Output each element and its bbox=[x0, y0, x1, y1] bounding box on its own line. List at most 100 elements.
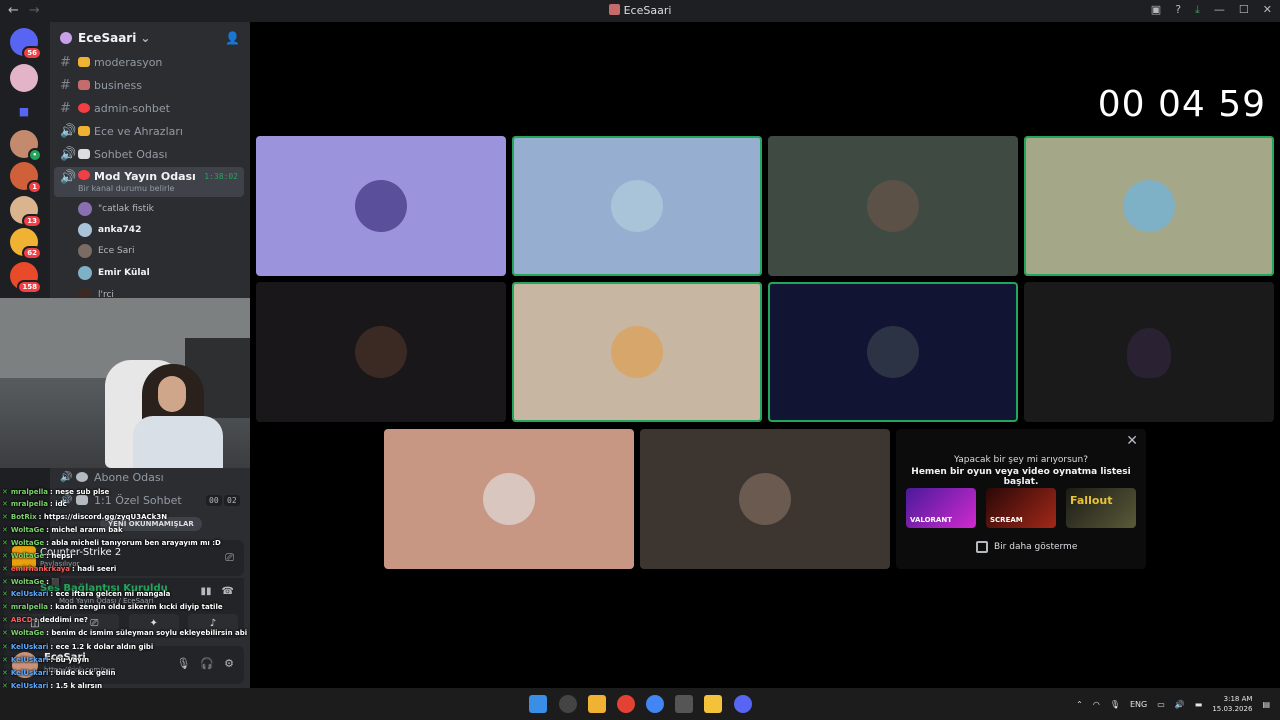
display-icon[interactable]: ▭ bbox=[1157, 700, 1165, 709]
voice-user[interactable]: Ece Sari bbox=[78, 242, 134, 260]
server-icon[interactable]: 1 bbox=[10, 162, 42, 194]
chat-message: ✕ mralpella: idc bbox=[2, 500, 67, 508]
chat-username: KelUskari bbox=[10, 656, 49, 664]
hash-icon: # bbox=[60, 100, 71, 116]
voice-controls: ▮▮ ☎ bbox=[201, 586, 234, 597]
discord-home-icon[interactable]: 56 bbox=[10, 28, 42, 60]
server-icon[interactable]: 62 bbox=[10, 228, 42, 260]
chrome-icon[interactable] bbox=[617, 695, 635, 713]
participant-avatar bbox=[483, 473, 535, 525]
mod-badge-icon: ✕ bbox=[2, 669, 8, 677]
server-logo-icon bbox=[60, 32, 72, 44]
microphone-tray-icon[interactable]: 🎙 bbox=[1110, 700, 1120, 709]
chat-text: : nese sub plse bbox=[50, 488, 110, 496]
taskbar-clock[interactable]: 3:18 AM 15.03.2026 bbox=[1212, 694, 1252, 714]
channel-sohbet-odasi[interactable]: 🔊 Sohbet Odası bbox=[54, 144, 244, 164]
download-icon[interactable]: ⤓ bbox=[1195, 3, 1200, 17]
channel-admin-sohbet[interactable]: # admin-sohbet bbox=[54, 98, 244, 118]
volume-icon[interactable]: 🔊 bbox=[1175, 700, 1185, 709]
screen-share-icon[interactable]: ⎚ bbox=[225, 551, 234, 565]
channel-mod-yayin-odasi[interactable]: 🔊 Mod Yayın Odası 1:38:02 Bir kanal durum… bbox=[54, 167, 244, 197]
inbox-icon[interactable]: ▣ bbox=[1151, 3, 1161, 17]
participant-tile[interactable] bbox=[256, 282, 506, 422]
close-window-icon[interactable]: ✕ bbox=[1263, 3, 1272, 17]
chat-message: ✕ WoltaGe: benim dc ismim süleyman soylu … bbox=[2, 629, 247, 637]
voice-user-name: "catlak fistik bbox=[98, 204, 154, 214]
participant-tile[interactable] bbox=[512, 136, 762, 276]
discord-icon[interactable] bbox=[734, 695, 752, 713]
audio-wave-icon[interactable]: ▮▮ bbox=[201, 586, 212, 597]
participant-tile[interactable] bbox=[512, 282, 762, 422]
chat-text: : ece iftara gelcen mi mangala bbox=[50, 590, 171, 598]
activity-card-scream[interactable]: SCREAM bbox=[986, 488, 1056, 528]
dont-show-again-checkbox[interactable]: Bir daha gösterme bbox=[976, 541, 1077, 553]
participant-tile[interactable] bbox=[384, 429, 634, 569]
close-icon[interactable]: ✕ bbox=[1126, 433, 1138, 449]
channel-label: Ece ve Ahrazları bbox=[94, 124, 183, 138]
channel-moderasyon[interactable]: # moderasyon bbox=[54, 52, 244, 72]
channel-label: admin-sohbet bbox=[94, 101, 170, 115]
file-explorer-icon[interactable] bbox=[588, 695, 606, 713]
server-icon[interactable]: 158 bbox=[10, 262, 42, 294]
settings-gear-icon[interactable]: ⚙ bbox=[224, 657, 234, 670]
activity-card-label: SCREAM bbox=[990, 516, 1023, 524]
server-icon[interactable] bbox=[10, 64, 38, 92]
chat-text: : hepsi bbox=[46, 552, 73, 560]
server-icon[interactable]: 13 bbox=[10, 196, 42, 228]
chat-message: ✕ KelUskari: ece 1.2 k dolar aldın gibi bbox=[2, 643, 153, 651]
participant-tile[interactable] bbox=[1024, 136, 1274, 276]
battery-icon[interactable]: ▬ bbox=[1195, 700, 1203, 709]
app-icon[interactable] bbox=[675, 695, 693, 713]
microphone-icon[interactable]: 🎙 bbox=[176, 657, 190, 670]
invite-user-icon[interactable]: 👤 bbox=[225, 31, 240, 45]
voice-user[interactable]: anka742 bbox=[78, 221, 141, 239]
help-icon[interactable]: ? bbox=[1175, 3, 1181, 17]
activity-card-fallout[interactable]: Fallout bbox=[1066, 488, 1136, 528]
channel-business[interactable]: # business bbox=[54, 75, 244, 95]
voice-user-name: anka742 bbox=[98, 225, 142, 235]
participant-tile[interactable] bbox=[256, 136, 506, 276]
participant-avatar bbox=[867, 180, 919, 232]
window-controls: ▣ ? ⤓ — ☐ ✕ bbox=[1151, 3, 1272, 17]
app-icon[interactable] bbox=[559, 695, 577, 713]
app-icon[interactable] bbox=[704, 695, 722, 713]
channel-abone-odasi[interactable]: 🔊 Abone Odası bbox=[60, 467, 164, 487]
maximize-icon[interactable]: ☐ bbox=[1239, 3, 1249, 17]
chat-username: mralpella bbox=[10, 500, 49, 508]
no-entry-emoji-icon bbox=[78, 103, 90, 113]
chat-text: : kadın zengin oldu sikerim kıcki diyip … bbox=[50, 603, 223, 611]
speaker-icon: 🔊 bbox=[60, 146, 77, 162]
server-header[interactable]: EceSaari ⌄ 👤 bbox=[50, 22, 250, 54]
channel-ece-ve-ahrazlari[interactable]: 🔊 Ece ve Ahrazları bbox=[54, 121, 244, 141]
checkbox-box[interactable] bbox=[976, 541, 988, 553]
activity-card-valorant[interactable]: VALORANT bbox=[906, 488, 976, 528]
chat-text: : hadi seeri bbox=[72, 565, 117, 573]
start-menu-icon[interactable] bbox=[529, 695, 547, 713]
avatar bbox=[78, 266, 92, 280]
chevron-up-icon[interactable]: ⌃ bbox=[1076, 700, 1083, 709]
participant-avatar bbox=[867, 326, 919, 378]
webcam-streamer-sweater bbox=[133, 416, 223, 468]
participant-tile[interactable] bbox=[768, 282, 1018, 422]
folder-icon[interactable]: ■ bbox=[10, 98, 38, 126]
voice-user[interactable]: Emir Külal bbox=[78, 264, 150, 282]
disconnect-icon[interactable]: ☎ bbox=[222, 586, 234, 597]
channel-status-input[interactable]: Bir kanal durumu belirle bbox=[78, 184, 174, 193]
suggest-subtitle: Hemen bir oyun veya video oynatma listes… bbox=[911, 467, 1131, 487]
google-icon[interactable] bbox=[646, 695, 664, 713]
title-bar: ← → EceSaari ▣ ? ⤓ — ☐ ✕ bbox=[0, 0, 1280, 22]
chat-message: ✕ mralpella: nese sub plse bbox=[2, 488, 109, 496]
minimize-icon[interactable]: — bbox=[1214, 3, 1225, 17]
window-title: EceSaari bbox=[0, 4, 1280, 17]
participant-avatar bbox=[355, 180, 407, 232]
participant-tile[interactable] bbox=[768, 136, 1018, 276]
participant-tile[interactable] bbox=[1024, 282, 1274, 422]
language-indicator[interactable]: ENG bbox=[1130, 700, 1147, 709]
participant-avatar bbox=[1123, 180, 1175, 232]
voice-user[interactable]: "catlak fistik bbox=[78, 200, 154, 218]
wifi-icon[interactable]: ◠ bbox=[1093, 700, 1100, 709]
headphones-icon[interactable]: 🎧 bbox=[200, 657, 214, 670]
notification-icon[interactable]: ▤ bbox=[1262, 700, 1270, 709]
server-icon[interactable]: • bbox=[10, 130, 42, 162]
participant-tile[interactable] bbox=[640, 429, 890, 569]
